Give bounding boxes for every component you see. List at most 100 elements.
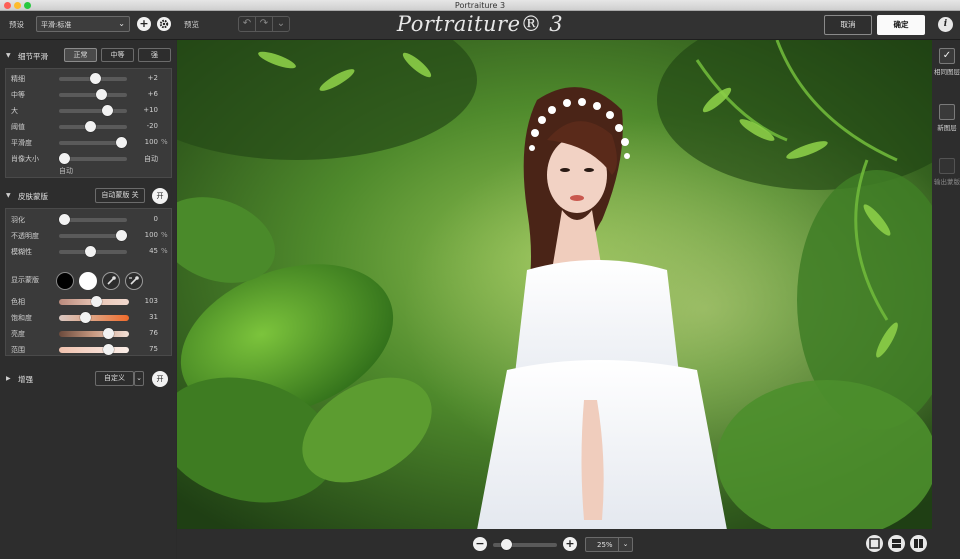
skin-slider-value: 45 <box>149 247 158 255</box>
output-mask-checkbox[interactable] <box>939 158 955 174</box>
output-sidebar: ✓ 相同图层 新图层 输出蒙版 <box>932 40 960 559</box>
detail-slider-value: +10 <box>143 106 158 114</box>
expand-triangle-icon: ▼ <box>6 52 11 59</box>
zoom-level-select[interactable]: 25% ⌄ <box>585 537 633 552</box>
detail-slider-label: 肖像大小 <box>11 155 39 163</box>
skin-color-slider-track[interactable] <box>59 296 129 307</box>
skin-slider-track[interactable] <box>59 246 127 257</box>
skin-mask-title: 皮肤蒙版 <box>18 192 48 201</box>
skin-color-slider-row: 亮度 76 <box>6 327 173 341</box>
split-vertical-view-button[interactable] <box>910 535 927 552</box>
white-mask-swatch[interactable] <box>79 272 97 290</box>
ok-button[interactable]: 确定 <box>877 15 925 35</box>
skin-slider-value: 0 <box>153 215 158 223</box>
mode-medium-button[interactable]: 中等 <box>101 48 134 62</box>
detail-slider-track[interactable] <box>59 73 127 84</box>
split-horizontal-view-button[interactable] <box>888 535 905 552</box>
chevron-down-icon: ⌄ <box>136 374 142 382</box>
auto-mask-button[interactable]: 自动蒙版 关 <box>95 188 145 203</box>
detail-slider-label: 阈值 <box>11 123 25 131</box>
enhance-preset-button[interactable]: 自定义 <box>95 371 134 386</box>
mode-strong-button[interactable]: 强 <box>138 48 171 62</box>
detail-slider-row: 肖像大小 自动 <box>6 152 173 166</box>
zoom-slider-thumb[interactable] <box>500 539 512 550</box>
skin-color-slider-value: 75 <box>149 345 158 353</box>
skin-color-slider-row: 色相 103 <box>6 295 173 309</box>
detail-slider-row: 中等 +6 <box>6 88 173 102</box>
detail-slider-label: 平滑度 <box>11 139 32 147</box>
same-layer-checkbox[interactable]: ✓ <box>939 48 955 64</box>
skin-color-slider-row: 饱和度 31 <box>6 311 173 325</box>
skin-color-slider-value: 31 <box>149 313 158 321</box>
photo-preview-canvas[interactable] <box>177 40 932 529</box>
zoom-bar: − + 25% ⌄ <box>177 529 932 559</box>
detail-slider-track[interactable] <box>59 105 127 116</box>
plus-icon: + <box>565 537 575 550</box>
skin-color-slider-thumb[interactable] <box>103 328 115 339</box>
detail-slider-value: +6 <box>147 90 158 98</box>
app-logo: Portraiture® 3 <box>396 12 564 36</box>
enhance-header[interactable]: ▶ 增强 <box>4 371 174 389</box>
skin-slider-track[interactable] <box>59 214 127 225</box>
enhance-toggle[interactable]: 开 <box>152 371 168 387</box>
same-layer-label: 相同图层 <box>934 68 960 76</box>
detail-slider-label: 精细 <box>11 75 25 83</box>
detail-slider-thumb[interactable] <box>84 121 96 132</box>
black-mask-swatch[interactable] <box>56 272 74 290</box>
eyedropper-button[interactable] <box>102 272 120 290</box>
new-layer-checkbox[interactable] <box>939 104 955 120</box>
skin-slider-row: 羽化 0 <box>6 213 173 227</box>
detail-slider-thumb[interactable] <box>59 153 70 164</box>
split-vertical-icon <box>914 539 923 548</box>
skin-slider-thumb[interactable] <box>59 214 70 225</box>
skin-color-slider-track[interactable] <box>59 344 129 355</box>
skin-color-slider-thumb[interactable] <box>102 344 114 355</box>
skin-color-slider-thumb[interactable] <box>91 296 103 307</box>
skin-color-slider-thumb[interactable] <box>79 312 91 323</box>
detail-slider-thumb[interactable] <box>96 89 108 100</box>
window-titlebar: Portraiture 3 <box>0 0 960 11</box>
detail-slider-track[interactable] <box>59 137 127 148</box>
skin-color-slider-track[interactable] <box>59 312 129 323</box>
skin-color-slider-value: 76 <box>149 329 158 337</box>
detail-slider-thumb[interactable] <box>90 73 102 84</box>
cancel-button[interactable]: 取消 <box>824 15 872 35</box>
zoom-out-button[interactable]: − <box>473 537 487 551</box>
settings-sidebar: ▼ 细节平滑 正常 中等 强 精细 +2 中等 +6 大 +10 阈值 -20 平滑度 100% 肖… <box>0 40 176 559</box>
skin-slider-thumb[interactable] <box>116 230 127 241</box>
detail-slider-track[interactable] <box>59 121 127 132</box>
detail-slider-value: 100 <box>144 138 158 146</box>
mode-normal-button[interactable]: 正常 <box>64 48 97 62</box>
skin-slider-unit: % <box>161 247 168 255</box>
zoom-slider[interactable] <box>493 539 557 550</box>
enhance-title: 增强 <box>18 375 33 384</box>
detail-slider-row: 阈值 -20 <box>6 120 173 134</box>
skin-slider-thumb[interactable] <box>84 246 96 257</box>
detail-smoothing-panel: 精细 +2 中等 +6 大 +10 阈值 -20 平滑度 100% 肖像大小 自动 自动 <box>5 68 172 178</box>
skin-color-slider-track[interactable] <box>59 328 129 339</box>
detail-slider-track[interactable] <box>59 89 127 100</box>
skin-slider-label: 不透明度 <box>11 232 39 240</box>
zoom-in-button[interactable]: + <box>563 537 577 551</box>
enhance-preset-chevron[interactable]: ⌄ <box>134 371 144 386</box>
detail-smoothing-title: 细节平滑 <box>18 52 48 61</box>
output-mask-label: 输出蒙版 <box>934 178 960 186</box>
info-icon[interactable]: i <box>938 17 953 32</box>
skin-mask-header[interactable]: ▼ 皮肤蒙版 <box>4 188 174 206</box>
detail-slider-value: +2 <box>147 74 158 82</box>
eyedropper-icon <box>107 276 116 285</box>
skin-slider-track[interactable] <box>59 230 127 241</box>
eyedropper-minus-button[interactable] <box>125 272 143 290</box>
skin-slider-value: 100 <box>144 231 158 239</box>
portrait-photo <box>177 40 932 529</box>
checkmark-icon: ✓ <box>942 50 952 61</box>
detail-slider-thumb[interactable] <box>116 137 127 148</box>
single-view-icon <box>869 538 880 549</box>
portrait-size-auto-label: 自动 <box>59 167 73 175</box>
skin-mask-toggle[interactable]: 开 <box>152 188 168 204</box>
single-view-button[interactable] <box>866 535 883 552</box>
skin-color-slider-label: 范围 <box>11 346 25 354</box>
detail-slider-thumb[interactable] <box>101 105 113 116</box>
collapse-triangle-icon: ▶ <box>6 375 11 382</box>
detail-slider-track[interactable] <box>59 153 127 164</box>
